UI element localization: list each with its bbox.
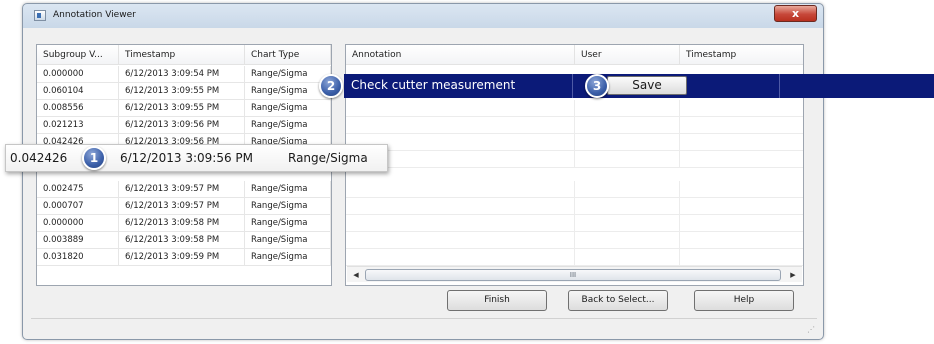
zoom-chart-type: Range/Sigma (288, 151, 368, 165)
table-row[interactable]: 0.060104 6/12/2013 3:09:55 PM Range/Sigm… (37, 83, 331, 100)
annotation-row[interactable] (346, 249, 803, 266)
cell-chart-type: Range/Sigma (245, 117, 331, 134)
zoom-subgroup-value: 0.042426 (10, 151, 68, 165)
annotation-row[interactable] (346, 181, 803, 198)
callout-badge-3: 3 (585, 74, 609, 98)
close-button[interactable]: x (774, 5, 817, 22)
table-row[interactable]: 0.008556 6/12/2013 3:09:55 PM Range/Sigm… (37, 100, 331, 117)
cell-subgroup-value: 0.000000 (37, 215, 119, 232)
table-row[interactable]: 0.002475 6/12/2013 3:09:57 PM Range/Sigm… (37, 181, 331, 198)
scroll-thumb[interactable]: III (365, 269, 781, 281)
cell-chart-type: Range/Sigma (245, 249, 331, 266)
cell-chart-type: Range/Sigma (245, 215, 331, 232)
cell-timestamp: 6/12/2013 3:09:58 PM (119, 232, 245, 249)
cell-chart-type: Range/Sigma (245, 232, 331, 249)
cell-timestamp: 6/12/2013 3:09:55 PM (119, 83, 245, 100)
table-row[interactable]: 0.003889 6/12/2013 3:09:58 PM Range/Sigm… (37, 232, 331, 249)
table-row[interactable]: 0.000000 6/12/2013 3:09:54 PM Range/Sigm… (37, 66, 331, 83)
annotation-text[interactable]: Check cutter measurement (351, 78, 515, 92)
cell-subgroup-value: 0.002475 (37, 181, 119, 198)
finish-button[interactable]: Finish (447, 290, 547, 311)
table-row[interactable]: 0.021213 6/12/2013 3:09:56 PM Range/Sigm… (37, 117, 331, 134)
title-bar: Annotation Viewer x (23, 4, 823, 28)
back-to-select-button[interactable]: Back to Select... (568, 290, 668, 311)
cell-timestamp: 6/12/2013 3:09:57 PM (119, 181, 245, 198)
zoom-timestamp: 6/12/2013 3:09:56 PM (120, 151, 254, 165)
horizontal-scrollbar[interactable]: ◀ III ▶ (347, 266, 802, 282)
annotation-row[interactable] (346, 117, 803, 134)
table-row[interactable]: 0.031820 6/12/2013 3:09:59 PM Range/Sigm… (37, 249, 331, 266)
cell-subgroup-value: 0.021213 (37, 117, 119, 134)
column-separator (779, 74, 780, 98)
cell-chart-type: Range/Sigma (245, 66, 331, 83)
callout-badge-2: 2 (319, 74, 343, 98)
column-separator (572, 74, 573, 98)
resize-grip-icon[interactable]: ⋰ (807, 325, 815, 334)
cell-subgroup-value: 0.003889 (37, 232, 119, 249)
callout-badge-1: 1 (82, 146, 106, 170)
column-header-annotation[interactable]: Annotation (346, 45, 575, 65)
right-arrow-icon[interactable]: ▶ (786, 268, 800, 282)
annotation-row[interactable] (346, 215, 803, 232)
zoomed-selected-row: 0.042426 6/12/2013 3:09:56 PM Range/Sigm… (5, 144, 388, 172)
app-window-icon (34, 10, 46, 21)
cell-timestamp: 6/12/2013 3:09:54 PM (119, 66, 245, 83)
annotation-row[interactable] (346, 151, 803, 168)
save-button[interactable]: Save (607, 76, 687, 95)
annotation-row[interactable] (346, 134, 803, 151)
cell-subgroup-value: 0.000707 (37, 198, 119, 215)
left-arrow-icon[interactable]: ◀ (349, 268, 363, 282)
cell-chart-type: Range/Sigma (245, 181, 331, 198)
column-header-subgroup[interactable]: Subgroup V... (37, 45, 119, 65)
column-header-chart-type[interactable]: Chart Type (245, 45, 331, 65)
cell-subgroup-value: 0.060104 (37, 83, 119, 100)
cell-subgroup-value: 0.031820 (37, 249, 119, 266)
help-button[interactable]: Help (694, 290, 794, 311)
annotation-row[interactable] (346, 198, 803, 215)
cell-timestamp: 6/12/2013 3:09:55 PM (119, 100, 245, 117)
status-bar: ⋰ (31, 318, 817, 336)
annotation-row[interactable] (346, 100, 803, 117)
cell-chart-type: Range/Sigma (245, 100, 331, 117)
cell-timestamp: 6/12/2013 3:09:57 PM (119, 198, 245, 215)
cell-subgroup-value: 0.008556 (37, 100, 119, 117)
column-header-annotation-timestamp[interactable]: Timestamp (680, 45, 803, 65)
cell-chart-type: Range/Sigma (245, 198, 331, 215)
cell-timestamp: 6/12/2013 3:09:58 PM (119, 215, 245, 232)
column-header-timestamp[interactable]: Timestamp (119, 45, 245, 65)
table-row[interactable]: 0.000707 6/12/2013 3:09:57 PM Range/Sigm… (37, 198, 331, 215)
scroll-grip: III (569, 271, 577, 279)
cell-timestamp: 6/12/2013 3:09:56 PM (119, 117, 245, 134)
selected-annotation-row[interactable]: Check cutter measurement Save (344, 74, 934, 98)
column-header-user[interactable]: User (575, 45, 680, 65)
cell-timestamp: 6/12/2013 3:09:59 PM (119, 249, 245, 266)
table-row[interactable]: 0.000000 6/12/2013 3:09:58 PM Range/Sigm… (37, 215, 331, 232)
annotation-row[interactable] (346, 232, 803, 249)
window-title: Annotation Viewer (53, 10, 136, 20)
cell-subgroup-value: 0.000000 (37, 66, 119, 83)
